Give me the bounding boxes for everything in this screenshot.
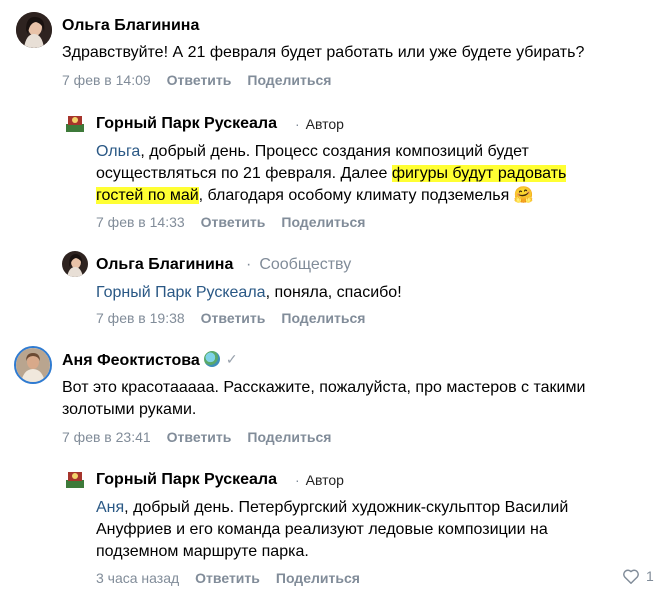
comment-meta: 3 часа назад Ответить Поделиться [96, 570, 360, 586]
globe-emoji-icon [203, 351, 220, 367]
like-button[interactable]: 1 [622, 568, 654, 584]
author-badge: · Автор [295, 116, 344, 132]
reply-button[interactable]: Ответить [201, 310, 266, 326]
text-part: , добрый день. Петербургский художник-ск… [124, 499, 569, 516]
comment-meta: 7 фев в 23:41 Ответить Поделиться [62, 429, 331, 445]
author-badge: · Автор [295, 472, 344, 488]
role-label: Автор [305, 116, 344, 132]
comment-text: Горный Парк Рускеала, поняла, спасибо! [96, 282, 656, 304]
timestamp[interactable]: 7 фев в 14:33 [96, 214, 185, 230]
like-count: 1 [646, 568, 654, 584]
reply-button[interactable]: Ответить [167, 72, 232, 88]
text-part: Вот это красотааааа. Расскажите, пожалуй… [62, 379, 586, 396]
reply-button[interactable]: Ответить [167, 429, 232, 445]
author-name[interactable]: Ольга Благинина [96, 256, 233, 274]
comment-meta: 7 фев в 19:38 Ответить Поделиться [96, 310, 365, 326]
avatar[interactable] [16, 12, 52, 48]
text-part: осуществляться по 21 февраля. Далее [96, 165, 392, 182]
timestamp[interactable]: 7 фев в 23:41 [62, 429, 151, 445]
author-name[interactable]: Горный Парк Рускеала [96, 115, 277, 133]
share-button[interactable]: Поделиться [247, 429, 331, 445]
highlighted-text: гостей по май [96, 187, 199, 204]
comment-text: Аня, добрый день. Петербургский художник… [96, 497, 656, 563]
heart-icon [623, 569, 639, 584]
timestamp[interactable]: 7 фев в 14:09 [62, 72, 151, 88]
avatar[interactable] [62, 110, 88, 136]
share-button[interactable]: Поделиться [281, 310, 365, 326]
share-button[interactable]: Поделиться [281, 214, 365, 230]
mention-link[interactable]: Горный Парк Рускеала [96, 284, 266, 301]
avatar[interactable] [62, 466, 88, 492]
share-button[interactable]: Поделиться [276, 570, 360, 586]
author-name[interactable]: Аня Феоктистова ✓ [62, 351, 238, 370]
reply-button[interactable]: Ответить [201, 214, 266, 230]
text-part: подземном маршруте парка. [96, 543, 309, 560]
share-button[interactable]: Поделиться [247, 72, 331, 88]
checkmark-icon: ✓ [225, 351, 238, 367]
reply-button[interactable]: Ответить [195, 570, 260, 586]
comment-text: Ольга, добрый день. Процесс создания ком… [96, 141, 656, 207]
mention-link[interactable]: Аня [96, 499, 124, 516]
text-part: , поняла, спасибо! [265, 284, 402, 301]
mention-link[interactable]: Ольга [96, 143, 140, 160]
highlighted-text: фигуры будут радовать [391, 165, 567, 182]
hugging-face-emoji-icon: 🤗 [513, 187, 534, 204]
author-name-text[interactable]: Аня Феоктистова [62, 352, 200, 369]
author-name[interactable]: Горный Парк Рускеала [96, 471, 277, 489]
comment-text: Вот это красотааааа. Расскажите, пожалуй… [62, 377, 662, 421]
reply-to-label: · Сообществу [246, 256, 352, 273]
text-part: Ануфриев и его команда реализуют ледовые… [96, 521, 548, 538]
comment-meta: 7 фев в 14:09 Ответить Поделиться [62, 72, 331, 88]
reply-target[interactable]: Сообществу [259, 256, 351, 273]
timestamp[interactable]: 3 часа назад [96, 570, 179, 586]
role-label: Автор [305, 472, 344, 488]
author-name[interactable]: Ольга Благинина [62, 17, 199, 35]
text-part: , добрый день. Процесс создания композиц… [140, 143, 529, 160]
comment-meta: 7 фев в 14:33 Ответить Поделиться [96, 214, 365, 230]
timestamp[interactable]: 7 фев в 19:38 [96, 310, 185, 326]
text-part: золотыми руками. [62, 401, 197, 418]
avatar[interactable] [14, 346, 52, 384]
comment-text: Здравствуйте! А 21 февраля будет работат… [62, 44, 585, 61]
text-part: , благодаря особому климату подземелья [198, 187, 514, 204]
avatar[interactable] [62, 251, 88, 277]
